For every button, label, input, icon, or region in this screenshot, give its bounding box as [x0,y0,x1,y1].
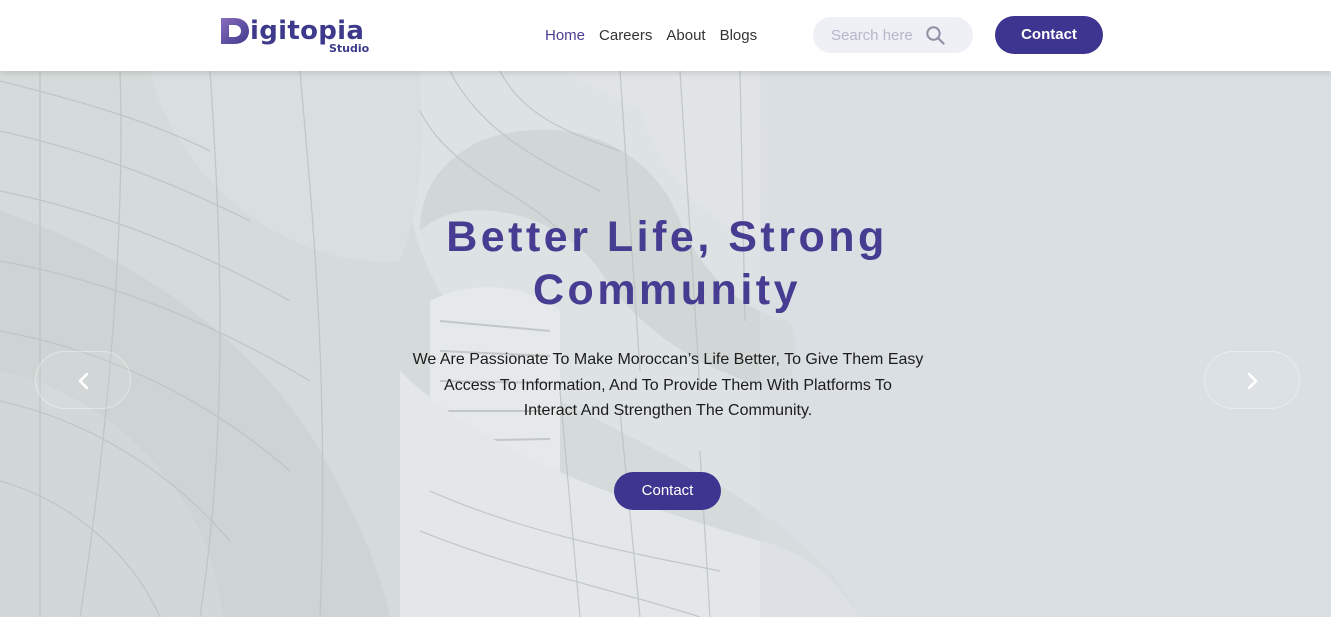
hero-background-image [0,71,1331,617]
nav-item-home[interactable]: Home [545,25,585,47]
nav-item-blogs[interactable]: Blogs [720,25,758,47]
slider-prev-button[interactable] [35,351,131,409]
chevron-right-icon [1247,372,1258,390]
chevron-left-icon [78,372,89,390]
logo-mark-icon [221,18,249,44]
hero-section: Better Life, Strong Community We Are Pas… [0,71,1331,617]
logo-subtitle: Studio [329,42,370,55]
hero-description: We Are Passionate To Make Moroccan’s Lif… [398,347,938,424]
header-contact-button[interactable]: Contact [995,16,1103,54]
slider-next-button[interactable] [1204,351,1300,409]
hero-contact-button[interactable]: Contact [614,472,721,510]
hero-title-line2: Community [533,266,801,314]
hero-title: Better Life, Strong Community [367,211,967,317]
site-header: igitopia Studio Home Careers About Blogs… [0,0,1331,71]
search-icon[interactable] [925,25,945,45]
hero-desc-line2: Access To Information, And To Provide Th… [444,376,892,394]
hero-desc-line3: Interact And Strengthen The Community. [523,402,813,419]
brand-logo[interactable]: igitopia Studio [219,14,379,58]
nav-item-about[interactable]: About [666,25,705,47]
nav-item-careers[interactable]: Careers [599,25,652,47]
main-nav: Home Careers About Blogs [545,25,757,47]
hero-desc-line1: We Are Passionate To Make Moroccan’s Lif… [412,351,924,368]
hero-title-line1: Better Life, Strong [446,213,888,261]
search-box [813,17,973,53]
